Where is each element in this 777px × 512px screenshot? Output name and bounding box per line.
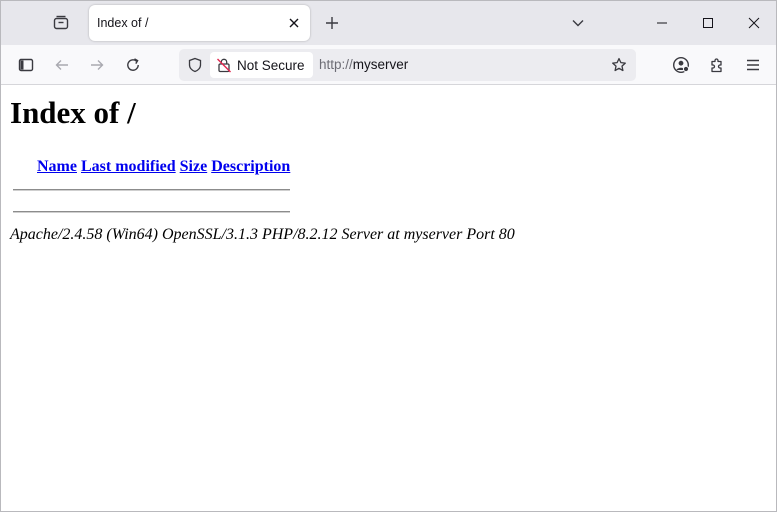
extensions-button[interactable] — [703, 51, 731, 79]
sidebar-button[interactable] — [12, 51, 40, 79]
tab-groups-icon — [53, 15, 69, 31]
hamburger-menu-icon — [745, 57, 761, 73]
back-arrow-icon — [54, 57, 70, 73]
app-menu-button[interactable] — [739, 51, 767, 79]
tab-title: Index of / — [97, 16, 149, 30]
tab-close-button[interactable] — [284, 13, 304, 33]
site-security-button[interactable]: Not Secure — [210, 52, 313, 78]
column-size-link[interactable]: Size — [180, 158, 208, 175]
horizontal-rule — [13, 211, 290, 213]
close-icon — [289, 18, 299, 28]
maximize-icon — [702, 17, 714, 29]
url-host: myserver — [352, 57, 409, 72]
tab-strip: Index of / — [1, 1, 776, 45]
puzzle-icon — [709, 57, 725, 73]
minimize-icon — [656, 17, 668, 29]
insecure-lock-icon — [216, 57, 232, 73]
account-icon — [672, 56, 690, 74]
reload-icon — [125, 57, 141, 73]
tab-groups-button[interactable] — [45, 9, 77, 37]
horizontal-rule — [13, 189, 290, 191]
listing-header-row: Name Last modified Size Description — [37, 158, 290, 176]
account-button[interactable] — [667, 51, 695, 79]
sidebar-icon — [18, 57, 34, 73]
chevron-down-icon — [571, 16, 585, 30]
column-name-link[interactable]: Name — [37, 158, 77, 175]
star-icon — [611, 57, 627, 73]
url-text[interactable]: http://myserver — [319, 49, 408, 81]
plus-icon — [325, 16, 339, 30]
list-all-tabs-button[interactable] — [564, 9, 592, 37]
forward-arrow-icon — [89, 57, 105, 73]
column-last-modified-link[interactable]: Last modified — [81, 158, 176, 175]
shield-icon — [187, 57, 203, 73]
tab-active[interactable]: Index of / — [89, 5, 310, 41]
address-bar[interactable]: Not Secure http://myserver — [179, 49, 636, 81]
navigation-toolbar: Not Secure http://myserver — [1, 45, 776, 85]
page-content: Index of / Name Last modified Size Descr… — [1, 85, 776, 511]
close-icon — [748, 17, 760, 29]
security-label: Not Secure — [237, 57, 305, 73]
minimize-button[interactable] — [639, 1, 685, 45]
url-scheme: http:// — [319, 57, 353, 72]
window-close-button[interactable] — [731, 1, 776, 45]
maximize-button[interactable] — [685, 1, 731, 45]
back-button[interactable] — [48, 51, 76, 79]
server-signature: Apache/2.4.58 (Win64) OpenSSL/3.1.3 PHP/… — [10, 226, 515, 243]
reload-button[interactable] — [119, 51, 147, 79]
bookmark-button[interactable] — [608, 54, 630, 76]
forward-button[interactable] — [83, 51, 111, 79]
page-title: Index of / — [10, 95, 136, 130]
new-tab-button[interactable] — [318, 9, 346, 37]
browser-window: Index of / Not Secure http://myserver In… — [0, 0, 777, 512]
column-description-link[interactable]: Description — [211, 158, 290, 175]
tracking-protection-button[interactable] — [185, 55, 205, 75]
